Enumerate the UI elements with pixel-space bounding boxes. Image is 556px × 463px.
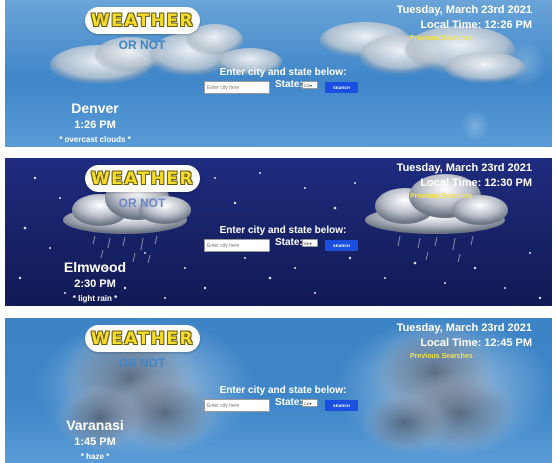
state-select[interactable]: NE▾ (302, 239, 318, 247)
city-time: 2:30 PM (74, 278, 116, 290)
app-logo-text: WEATHER (90, 10, 195, 31)
weather-description: * light rain * (72, 294, 118, 303)
city-time: 1:26 PM (74, 119, 116, 131)
weather-description: * haze * (80, 452, 110, 461)
weather-app-screenshot-denver: WEATHER OR NOT Tuesday, March 23rd 2021 … (5, 0, 552, 147)
current-date: Tuesday, March 23rd 2021 (396, 162, 532, 174)
local-time: Local Time: 12:45 PM (420, 337, 532, 349)
search-button[interactable]: SEARCH (325, 240, 358, 251)
state-select[interactable]: CO▾ (302, 81, 318, 89)
city-name: Varanasi (66, 417, 124, 433)
state-select-value: CO (304, 83, 310, 88)
search-instructions: Enter city and state below: (219, 225, 347, 236)
search-button[interactable]: SEARCH (325, 82, 358, 93)
city-input[interactable] (204, 399, 270, 412)
app-tagline: OR NOT (118, 38, 166, 52)
weather-app-screenshot-varanasi: WEATHER OR NOT Tuesday, March 23rd 2021 … (5, 318, 552, 463)
current-date: Tuesday, March 23rd 2021 (396, 4, 532, 16)
weather-app-screenshot-elmwood: WEATHER OR NOT Tuesday, March 23rd 2021 … (5, 158, 552, 306)
state-select[interactable]: CA▾ (302, 399, 318, 407)
current-date: Tuesday, March 23rd 2021 (396, 322, 532, 334)
state-label: State: (275, 79, 303, 90)
state-select-value: CA (304, 401, 310, 406)
app-logo[interactable]: WEATHER (85, 7, 200, 34)
search-button[interactable]: SEARCH (325, 400, 358, 411)
search-instructions: Enter city and state below: (219, 385, 347, 396)
city-input[interactable] (204, 239, 270, 252)
previous-searches-link[interactable]: Previous Searches (410, 353, 473, 360)
city-name: Denver (71, 100, 119, 116)
previous-searches-link[interactable]: Previous Searches (410, 35, 473, 42)
app-tagline: OR NOT (118, 196, 166, 210)
city-name: Elmwood (63, 259, 127, 275)
local-time: Local Time: 12:26 PM (420, 19, 532, 31)
city-input[interactable] (204, 81, 270, 94)
app-logo-text: WEATHER (90, 328, 195, 349)
app-tagline: OR NOT (118, 356, 166, 370)
weather-description: * overcast clouds * (59, 135, 131, 144)
city-time: 1:45 PM (74, 436, 116, 448)
previous-searches-link[interactable]: Previous Searches (410, 193, 473, 200)
app-logo[interactable]: WEATHER (85, 325, 200, 352)
local-time: Local Time: 12:30 PM (420, 177, 532, 189)
search-instructions: Enter city and state below: (219, 67, 347, 78)
app-logo[interactable]: WEATHER (85, 165, 200, 192)
state-label: State: (275, 397, 303, 408)
state-label: State: (275, 237, 303, 248)
state-select-value: NE (304, 241, 310, 246)
app-logo-text: WEATHER (90, 168, 195, 189)
